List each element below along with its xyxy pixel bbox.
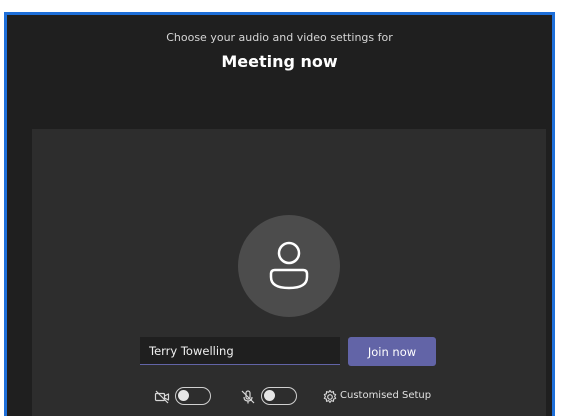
camera-off-icon[interactable] [154,389,170,405]
video-preview: Join now [32,129,546,416]
customised-setup-link[interactable]: Customised Setup [340,390,431,401]
meeting-title: Meeting now [221,52,338,71]
mic-toggle-knob [264,390,275,401]
mic-toggle[interactable] [261,387,297,405]
camera-toggle[interactable] [175,387,211,405]
person-icon [269,241,309,290]
meeting-join-window: Choose your audio and video settings for… [4,12,555,416]
name-input[interactable] [140,337,340,365]
gear-icon[interactable] [322,389,338,405]
camera-toggle-knob [178,390,189,401]
settings-prompt: Choose your audio and video settings for [166,31,393,44]
mic-off-icon[interactable] [240,389,256,405]
join-now-button[interactable]: Join now [348,337,436,366]
device-controls: Customised Setup [32,383,546,411]
avatar [238,215,340,317]
